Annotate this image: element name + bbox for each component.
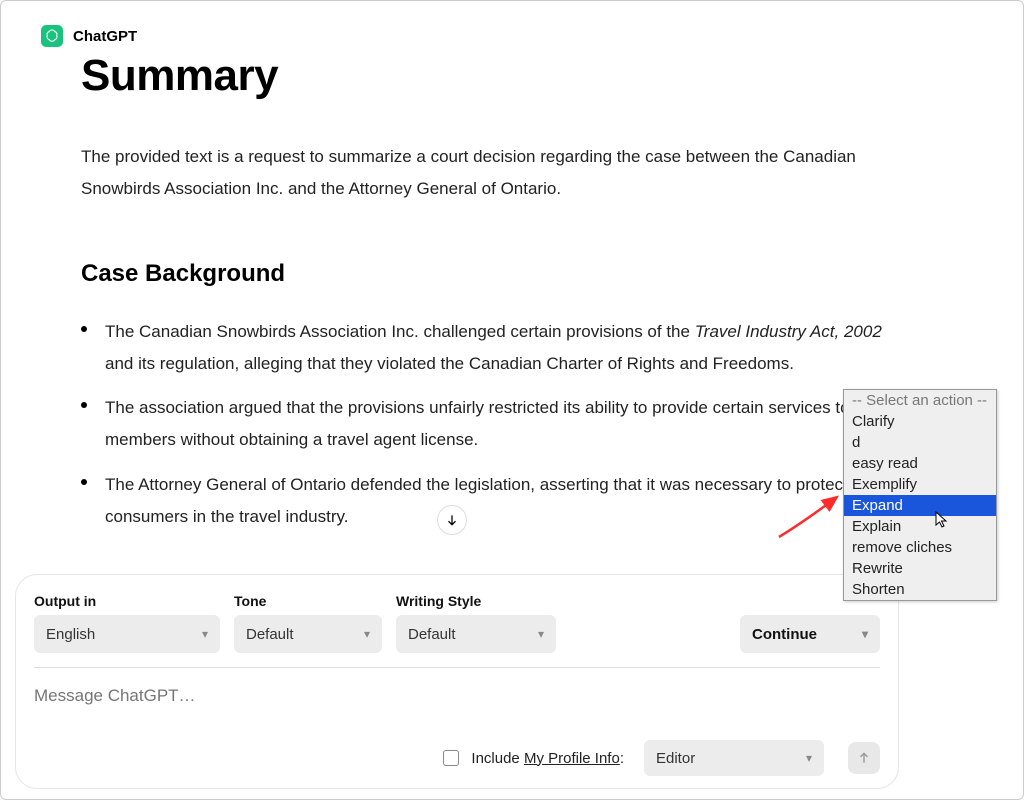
chevron-down-icon: ▾ <box>806 751 812 765</box>
bullet-text: and its regulation, alleging that they v… <box>105 354 794 373</box>
list-item: The association argued that the provisio… <box>81 392 891 457</box>
dropdown-item[interactable]: easy read <box>844 453 996 474</box>
tone-label: Tone <box>234 593 382 609</box>
bullet-text: The association argued that the provisio… <box>105 392 891 457</box>
dropdown-item[interactable]: Clarify <box>844 411 996 432</box>
dropdown-item[interactable]: Rewrite <box>844 558 996 579</box>
chevron-down-icon: ▾ <box>364 627 370 641</box>
arrow-down-icon <box>445 513 459 527</box>
list-item: The Canadian Snowbirds Association Inc. … <box>81 316 891 381</box>
bullet-text: The Attorney General of Ontario defended… <box>105 469 891 534</box>
writing-style-select[interactable]: Default ▾ <box>396 615 556 653</box>
chevron-down-icon: ▾ <box>202 627 208 641</box>
select-value: Default <box>246 626 294 643</box>
dropdown-item[interactable]: remove cliches <box>844 537 996 558</box>
bullet-text: The Canadian Snowbirds Association Inc. … <box>105 322 695 341</box>
brand-label: ChatGPT <box>73 28 137 45</box>
bullet-icon <box>81 402 87 408</box>
intro-text: The provided text is a request to summar… <box>81 141 901 206</box>
bullet-list: The Canadian Snowbirds Association Inc. … <box>81 316 891 534</box>
annotation-arrow-icon <box>775 491 845 541</box>
tone-select[interactable]: Default ▾ <box>234 615 382 653</box>
select-value: English <box>46 626 95 643</box>
editor-select[interactable]: Editor ▾ <box>644 740 824 776</box>
bullet-italic: Travel Industry Act, 2002 <box>695 322 882 341</box>
bullet-icon <box>81 479 87 485</box>
chatgpt-logo-icon <box>41 25 63 47</box>
dropdown-placeholder: -- Select an action -- <box>844 390 996 411</box>
scroll-down-button[interactable] <box>437 505 467 535</box>
select-value: Editor <box>656 750 695 767</box>
dropdown-item[interactable]: Exemplify <box>844 474 996 495</box>
section-heading: Case Background <box>81 260 983 288</box>
message-input[interactable] <box>34 686 880 706</box>
continue-button[interactable]: Continue ▾ <box>740 615 880 653</box>
continue-label: Continue <box>752 626 817 643</box>
input-panel: Output in English ▾ Tone Default ▾ Writi… <box>15 574 899 789</box>
app-header: ChatGPT <box>41 25 983 47</box>
include-profile-checkbox[interactable] <box>443 750 459 766</box>
dropdown-item[interactable]: Explain <box>844 516 996 537</box>
chevron-down-icon: ▾ <box>862 627 868 641</box>
include-profile-label: Include My Profile Info: <box>471 750 624 767</box>
profile-info-link[interactable]: My Profile Info <box>524 750 620 767</box>
bullet-icon <box>81 326 87 332</box>
action-dropdown[interactable]: -- Select an action -- Clarifydeasy read… <box>843 389 997 601</box>
page-title: Summary <box>81 51 983 101</box>
list-item: The Attorney General of Ontario defended… <box>81 469 891 534</box>
output-label: Output in <box>34 593 220 609</box>
dropdown-item[interactable]: d <box>844 432 996 453</box>
select-value: Default <box>408 626 456 643</box>
output-language-select[interactable]: English ▾ <box>34 615 220 653</box>
dropdown-item[interactable]: Expand <box>844 495 996 516</box>
arrow-up-icon <box>857 751 871 765</box>
dropdown-item[interactable]: Shorten <box>844 579 996 600</box>
chevron-down-icon: ▾ <box>538 627 544 641</box>
send-button[interactable] <box>848 742 880 774</box>
cursor-icon <box>935 511 951 529</box>
style-label: Writing Style <box>396 593 556 609</box>
